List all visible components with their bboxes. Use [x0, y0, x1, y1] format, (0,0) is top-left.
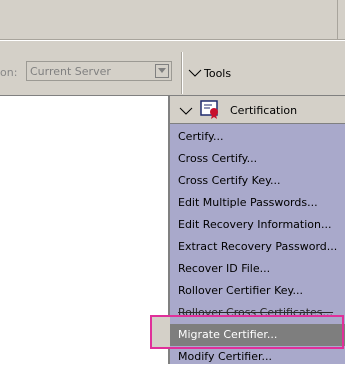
chevron-down-icon: [179, 107, 193, 115]
menu-item-extract-recovery-password[interactable]: Extract Recovery Password...: [170, 236, 345, 258]
panel-header[interactable]: Certification: [170, 96, 345, 124]
location-label: on:: [0, 66, 18, 79]
highlight-box: [150, 315, 344, 349]
menu-item-certify[interactable]: Certify...: [170, 126, 345, 148]
top-band: [0, 0, 345, 52]
top-right-rule: [337, 0, 338, 40]
server-select[interactable]: Current Server: [26, 61, 172, 81]
main-content: [0, 96, 168, 364]
menu-item-edit-recovery-information[interactable]: Edit Recovery Information...: [170, 214, 345, 236]
menu-item-edit-multiple-passwords[interactable]: Edit Multiple Passwords...: [170, 192, 345, 214]
server-select-value: Current Server: [30, 65, 111, 78]
chevron-down-icon: [188, 69, 202, 77]
certificate-icon: [200, 100, 218, 119]
panel-title: Certification: [230, 104, 298, 117]
top-divider: [0, 40, 345, 41]
tools-button[interactable]: Tools: [188, 64, 231, 82]
tools-label: Tools: [204, 66, 232, 80]
toolbar: on: Current Server Tools: [0, 52, 345, 96]
chevron-down-icon: [158, 68, 166, 73]
menu-item-rollover-certifier-key[interactable]: Rollover Certifier Key...: [170, 280, 345, 302]
menu-item-recover-id-file[interactable]: Recover ID File...: [170, 258, 345, 280]
menu-item-modify-certifier[interactable]: Modify Certifier...: [170, 346, 345, 368]
dropdown-button[interactable]: [155, 64, 169, 78]
menu-item-cross-certify[interactable]: Cross Certify...: [170, 148, 345, 170]
menu-item-cross-certify-key[interactable]: Cross Certify Key...: [170, 170, 345, 192]
toolbar-separator-highlight: [182, 52, 183, 94]
